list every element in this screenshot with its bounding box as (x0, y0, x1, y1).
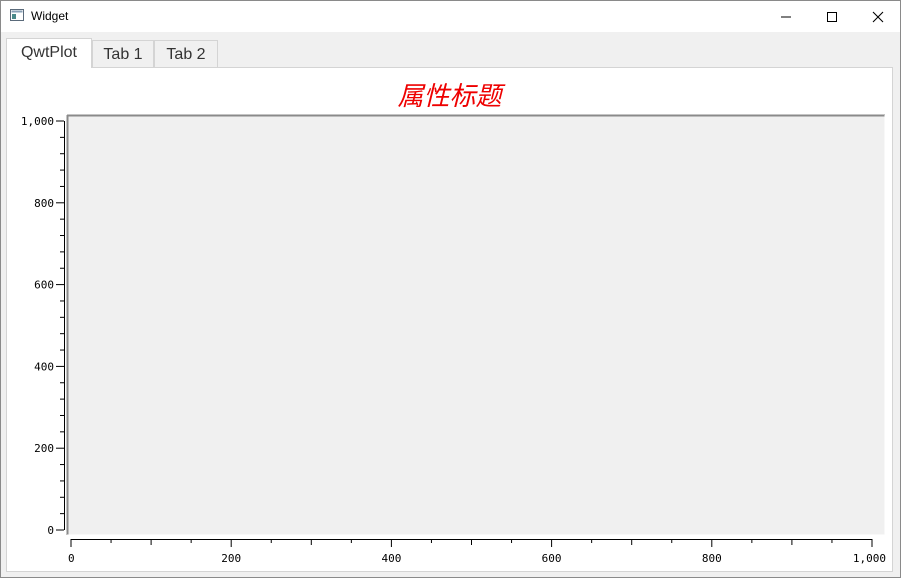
maximize-button[interactable] (809, 1, 855, 32)
x-tick-label: 600 (542, 552, 562, 565)
plot-canvas[interactable] (67, 115, 885, 535)
application-window: Widget QwtPlot Tab 1 Tab 2 属性标题 0 200 400 6… (0, 0, 901, 578)
minimize-button[interactable] (763, 1, 809, 32)
tab-tab-1[interactable]: Tab 1 (92, 40, 154, 67)
close-button[interactable] (855, 1, 900, 32)
maximize-icon (827, 12, 837, 22)
close-icon (872, 11, 884, 23)
x-tick-label: 400 (381, 552, 401, 565)
window-title: Widget (31, 9, 69, 23)
y-tick-label: 600 (34, 279, 54, 292)
app-window-icon (10, 9, 24, 21)
x-tick-label: 1,000 (853, 552, 886, 565)
title-bar[interactable]: Widget (1, 1, 900, 32)
tab-tab-2[interactable]: Tab 2 (154, 40, 218, 67)
y-tick-label: 200 (34, 442, 54, 455)
y-tick-label: 0 (47, 524, 54, 537)
y-tick-label: 800 (34, 197, 54, 210)
y-tick-label: 1,000 (21, 115, 54, 128)
tab-panel-qwtplot: 属性标题 0 200 400 600 800 1,000 0 200 400 600 800 1,00… (6, 67, 893, 572)
x-tick-label: 800 (702, 552, 722, 565)
tab-qwtplot[interactable]: QwtPlot (6, 38, 92, 68)
x-tick-label: 0 (68, 552, 75, 565)
x-tick-label: 200 (221, 552, 241, 565)
y-tick-label: 400 (34, 360, 54, 373)
qwt-plot[interactable]: 0 200 400 600 800 1,000 0 200 400 600 800 1,000 (7, 68, 892, 571)
minimize-icon (781, 16, 791, 18)
